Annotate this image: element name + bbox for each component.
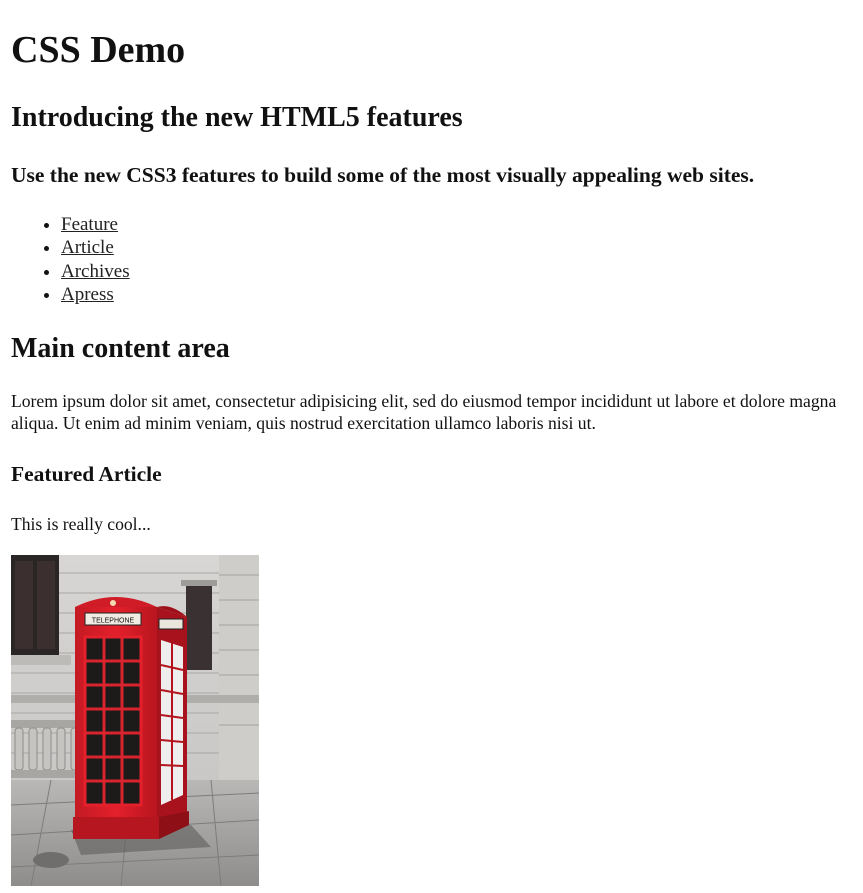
main-content-body: Lorem ipsum dolor sit amet, consectetur … xyxy=(11,391,837,433)
nav-link-apress[interactable]: Apress xyxy=(61,284,114,305)
nav-link-feature[interactable]: Feature xyxy=(61,214,118,235)
featured-article-text: This is really cool... xyxy=(11,514,151,534)
telephone-sign-text: TELEPHONE xyxy=(92,618,135,625)
nav-item: Article xyxy=(61,236,130,259)
intro-heading: Introducing the new HTML5 features xyxy=(11,102,463,133)
nav-item: Archives xyxy=(61,260,130,283)
nav-list: Feature Article Archives Apress xyxy=(11,213,130,306)
nav-item: Feature xyxy=(61,213,130,236)
nav-item: Apress xyxy=(61,283,130,306)
page-title: CSS Demo xyxy=(11,29,186,71)
nav-link-article[interactable]: Article xyxy=(61,237,114,258)
nav-link-archives[interactable]: Archives xyxy=(61,261,130,282)
tagline: Use the new CSS3 features to build some … xyxy=(11,163,755,187)
telephone-box-photo: TELEPHONE xyxy=(11,555,259,886)
featured-article-heading: Featured Article xyxy=(11,462,162,486)
main-content-heading: Main content area xyxy=(11,333,230,364)
